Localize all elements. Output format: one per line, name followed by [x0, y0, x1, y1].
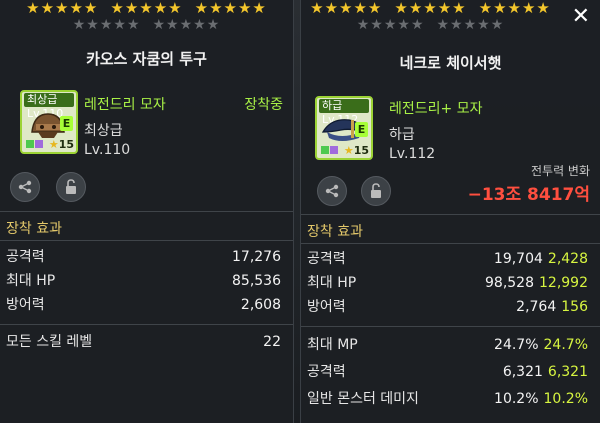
stat-row: 공격력 19,704 2,428 [307, 248, 588, 270]
item-grade: 최상급 [84, 123, 123, 139]
star-group: ★★★★★ [436, 17, 505, 33]
stat-row: 최대 HP 98,528 12,992 [307, 272, 588, 294]
potential-swatch [26, 140, 34, 148]
stat-increase: 6,321 [547, 364, 588, 380]
enhance-badge: E [60, 116, 73, 131]
enhance-badge: E [355, 122, 368, 137]
share-icon [18, 180, 32, 194]
stat-value: 22 [263, 334, 281, 350]
star-force-value: 15 [58, 138, 74, 151]
section-title: 장착 효과 [6, 221, 62, 237]
share-button[interactable] [317, 176, 347, 206]
stat-label: 최대 MP [307, 337, 358, 353]
star-group: ★★★★★ [72, 17, 141, 33]
equipped-item-tooltip: ★★★★★ ★★★★★ ★★★★★ ★★★★★ ★★★★★ 카오스 자쿰의 투구 최상… [0, 0, 294, 423]
potential-grade: 레전드리+ 모자 [389, 101, 483, 117]
star-icon: ★ [343, 144, 354, 157]
stat-label: 최대 HP [307, 275, 357, 291]
stat-label: 최대 HP [6, 273, 56, 289]
item-title: 네크로 체이서햇 [399, 54, 502, 72]
stat-label: 방어력 [307, 299, 346, 315]
stat-value: 6,321 [502, 364, 543, 380]
stat-row: 공격력 17,276 [6, 246, 281, 268]
stat-row: 방어력 2,608 [6, 294, 281, 316]
lock-button[interactable] [56, 172, 86, 202]
unlock-icon [66, 179, 76, 194]
item-level: Lv.112 [389, 146, 436, 162]
stat-increase: 10.2% [543, 391, 588, 407]
item-grade: 하급 [389, 127, 415, 143]
divider [301, 243, 600, 244]
stat-value: 24.7% [494, 337, 539, 353]
stat-value: 10.2% [494, 391, 539, 407]
divider [301, 326, 600, 327]
star-group: ★★★★★ [310, 0, 383, 17]
potential-grade: 레전드리 모자 [84, 97, 166, 113]
stat-increase: 156 [561, 299, 588, 315]
stat-value: 2,764 [516, 299, 557, 315]
star-force-count: ★15 [344, 144, 369, 157]
stat-increase: 24.7% [543, 337, 588, 353]
unlock-icon [371, 183, 381, 198]
stat-label: 공격력 [6, 249, 45, 265]
starforce-grey-stars: ★★★★★ ★★★★★ [0, 17, 293, 33]
grade-tag: 최상급 Lv.110 [24, 93, 74, 120]
stat-value: 17,276 [232, 249, 281, 265]
star-group: ★★★★★ [152, 17, 221, 33]
divider [0, 240, 293, 241]
stat-increase: 12,992 [539, 275, 588, 291]
compare-item-tooltip: ★★★★★ ★★★★★ ★★★★★ ★★★★★ ★★★★★ ✕ 네크로 체이서햇 하급… [300, 0, 600, 423]
divider [301, 214, 600, 215]
combat-power-label: 전투력 변화 [530, 164, 590, 178]
close-button[interactable]: ✕ [572, 6, 590, 28]
star-force-value: 15 [353, 144, 369, 157]
star-group: ★★★★★ [356, 17, 425, 33]
potential-swatch [35, 140, 43, 148]
potential-swatch [330, 146, 338, 154]
star-group: ★★★★★ [26, 0, 99, 17]
equipped-label: 장착중 [244, 97, 283, 113]
combat-power-change: −13조 8417억 [467, 185, 590, 205]
star-group: ★★★★★ [110, 0, 183, 17]
stat-value: 85,536 [232, 273, 281, 289]
stat-label: 공격력 [307, 251, 346, 267]
potential-swatch [321, 146, 329, 154]
starforce-gold-stars: ★★★★★ ★★★★★ ★★★★★ [301, 0, 600, 16]
stat-label: 일반 몬스터 데미지 [307, 391, 419, 407]
stat-row: 최대 HP 85,536 [6, 270, 281, 292]
grade-tag: 하급 Lv.112 [319, 99, 369, 126]
section-title: 장착 효과 [307, 224, 363, 240]
star-force-count: ★15 [49, 138, 74, 151]
stat-value: 2,608 [240, 297, 281, 313]
star-icon: ★ [48, 138, 59, 151]
grade-tag-label: 최상급 [27, 93, 58, 106]
stat-label: 공격력 [307, 364, 346, 380]
stat-row: 공격력 6,321 6,321 [307, 361, 588, 383]
starforce-grey-stars: ★★★★★ ★★★★★ [301, 17, 600, 33]
star-group: ★★★★★ [478, 0, 551, 17]
starforce-gold-stars: ★★★★★ ★★★★★ ★★★★★ [0, 0, 293, 16]
item-icon-helmet: 최상급 Lv.110 E ★15 [20, 90, 78, 154]
divider [0, 324, 293, 325]
stat-row: 방어력 2,764 156 [307, 296, 588, 318]
star-group: ★★★★★ [194, 0, 267, 17]
stat-increase: 2,428 [547, 251, 588, 267]
stat-value: 19,704 [493, 251, 543, 267]
stat-row: 모든 스킬 레벨 22 [6, 331, 281, 353]
star-group: ★★★★★ [394, 0, 467, 17]
share-button[interactable] [10, 172, 40, 202]
stat-label: 모든 스킬 레벨 [6, 334, 93, 350]
stat-row: 일반 몬스터 데미지 10.2% 10.2% [307, 388, 588, 410]
item-icon-hat: 하급 Lv.112 E ★15 [315, 96, 373, 160]
stat-row: 최대 MP 24.7% 24.7% [307, 334, 588, 356]
grade-tag-label: 하급 [322, 99, 343, 112]
stat-value: 98,528 [485, 275, 534, 291]
stat-label: 방어력 [6, 297, 45, 313]
item-level: Lv.110 [84, 142, 131, 158]
item-title: 카오스 자쿰의 투구 [86, 50, 207, 68]
share-icon [325, 184, 339, 198]
lock-button[interactable] [361, 176, 391, 206]
divider [0, 211, 293, 212]
